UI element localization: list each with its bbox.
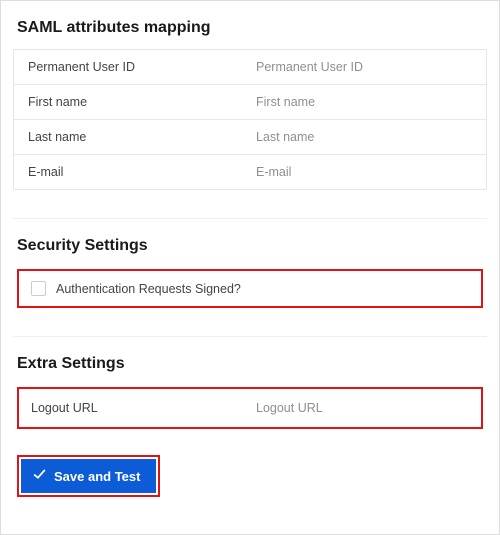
save-and-test-button[interactable]: Save and Test — [21, 459, 156, 493]
extra-highlight: Logout URL — [17, 387, 483, 429]
save-button-label: Save and Test — [54, 469, 140, 484]
first-name-input[interactable] — [256, 95, 472, 109]
logout-url-input[interactable] — [256, 401, 469, 415]
logout-url-row: Logout URL — [19, 389, 481, 427]
auth-requests-signed-label: Authentication Requests Signed? — [56, 282, 241, 296]
field-label-permanent-user-id: Permanent User ID — [28, 60, 244, 74]
email-input[interactable] — [256, 165, 472, 179]
extra-heading: Extra Settings — [17, 355, 483, 373]
table-row: Permanent User ID — [14, 50, 486, 84]
security-heading: Security Settings — [17, 237, 483, 255]
saml-attributes-table: Permanent User ID First name Last name E… — [13, 49, 487, 190]
field-label-email: E-mail — [28, 165, 244, 179]
field-label-first-name: First name — [28, 95, 244, 109]
field-label-last-name: Last name — [28, 130, 244, 144]
security-highlight: Authentication Requests Signed? — [17, 269, 483, 308]
table-row: Last name — [14, 119, 486, 154]
check-icon — [33, 468, 46, 484]
auth-requests-signed-checkbox[interactable] — [31, 281, 46, 296]
permanent-user-id-input[interactable] — [256, 60, 472, 74]
logout-url-label: Logout URL — [31, 401, 244, 415]
last-name-input[interactable] — [256, 130, 472, 144]
table-row: First name — [14, 84, 486, 119]
settings-page: SAML attributes mapping Permanent User I… — [1, 1, 499, 509]
save-highlight: Save and Test — [17, 455, 160, 497]
divider — [13, 218, 487, 219]
saml-heading: SAML attributes mapping — [17, 19, 483, 37]
table-row: E-mail — [14, 154, 486, 189]
divider — [13, 336, 487, 337]
